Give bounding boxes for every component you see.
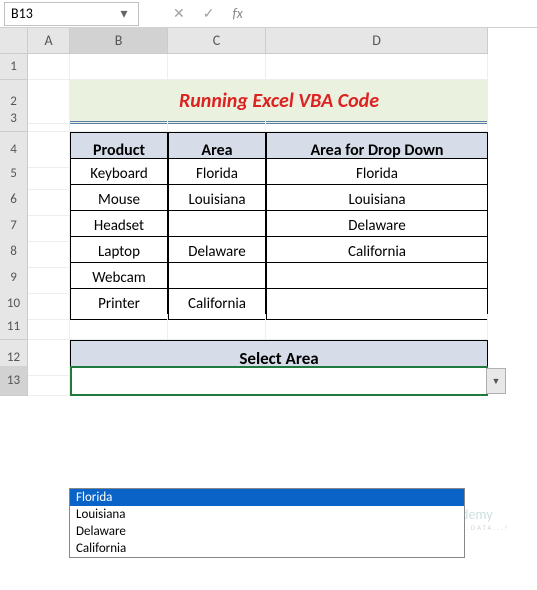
dropdown-arrow-icon[interactable]: ▼	[486, 368, 506, 394]
cell[interactable]	[70, 314, 168, 340]
col-header-D[interactable]: D	[266, 28, 488, 54]
cell[interactable]	[168, 106, 266, 132]
col-header-C[interactable]: C	[168, 28, 266, 54]
name-box-dropdown-icon[interactable]: ▾	[116, 5, 132, 22]
select-all-corner[interactable]	[0, 28, 28, 54]
dropdown-item[interactable]: Florida	[70, 489, 464, 506]
row-header-13[interactable]: 13	[0, 366, 28, 396]
row-header-1[interactable]: 1	[0, 54, 28, 80]
cancel-icon: ✕	[173, 5, 185, 22]
cell[interactable]	[28, 54, 70, 80]
formula-bar-row: B13 ▾ ✕ ✓ fx	[0, 0, 537, 28]
col-header-A[interactable]: A	[28, 28, 70, 54]
dropdown-item[interactable]: California	[70, 540, 464, 557]
cell[interactable]	[266, 54, 488, 80]
row-header-3[interactable]: 3	[0, 106, 28, 132]
name-box[interactable]: B13 ▾	[4, 2, 139, 26]
row-header-11[interactable]: 11	[0, 314, 28, 340]
col-header-B[interactable]: B	[70, 28, 168, 54]
formula-bar-icons: ✕ ✓ fx	[143, 5, 243, 22]
cell[interactable]	[266, 106, 488, 132]
fx-icon[interactable]: fx	[232, 5, 242, 22]
cell[interactable]	[168, 314, 266, 340]
name-box-value: B13	[11, 5, 33, 22]
cell[interactable]	[28, 366, 70, 396]
cell[interactable]	[28, 314, 70, 340]
spreadsheet-grid[interactable]: A B C D 1 2 Running Excel VBA Code 3 4 P…	[0, 28, 537, 392]
enter-icon: ✓	[203, 5, 215, 22]
dropdown-list[interactable]: Florida Louisiana Delaware California	[69, 488, 465, 558]
cell[interactable]	[28, 106, 70, 132]
cell[interactable]	[168, 54, 266, 80]
cell[interactable]	[266, 314, 488, 340]
cell[interactable]	[70, 54, 168, 80]
dropdown-item[interactable]: Louisiana	[70, 506, 464, 523]
cell[interactable]	[70, 106, 168, 132]
dropdown-item[interactable]: Delaware	[70, 523, 464, 540]
select-area-cell[interactable]: ▼	[70, 366, 488, 396]
